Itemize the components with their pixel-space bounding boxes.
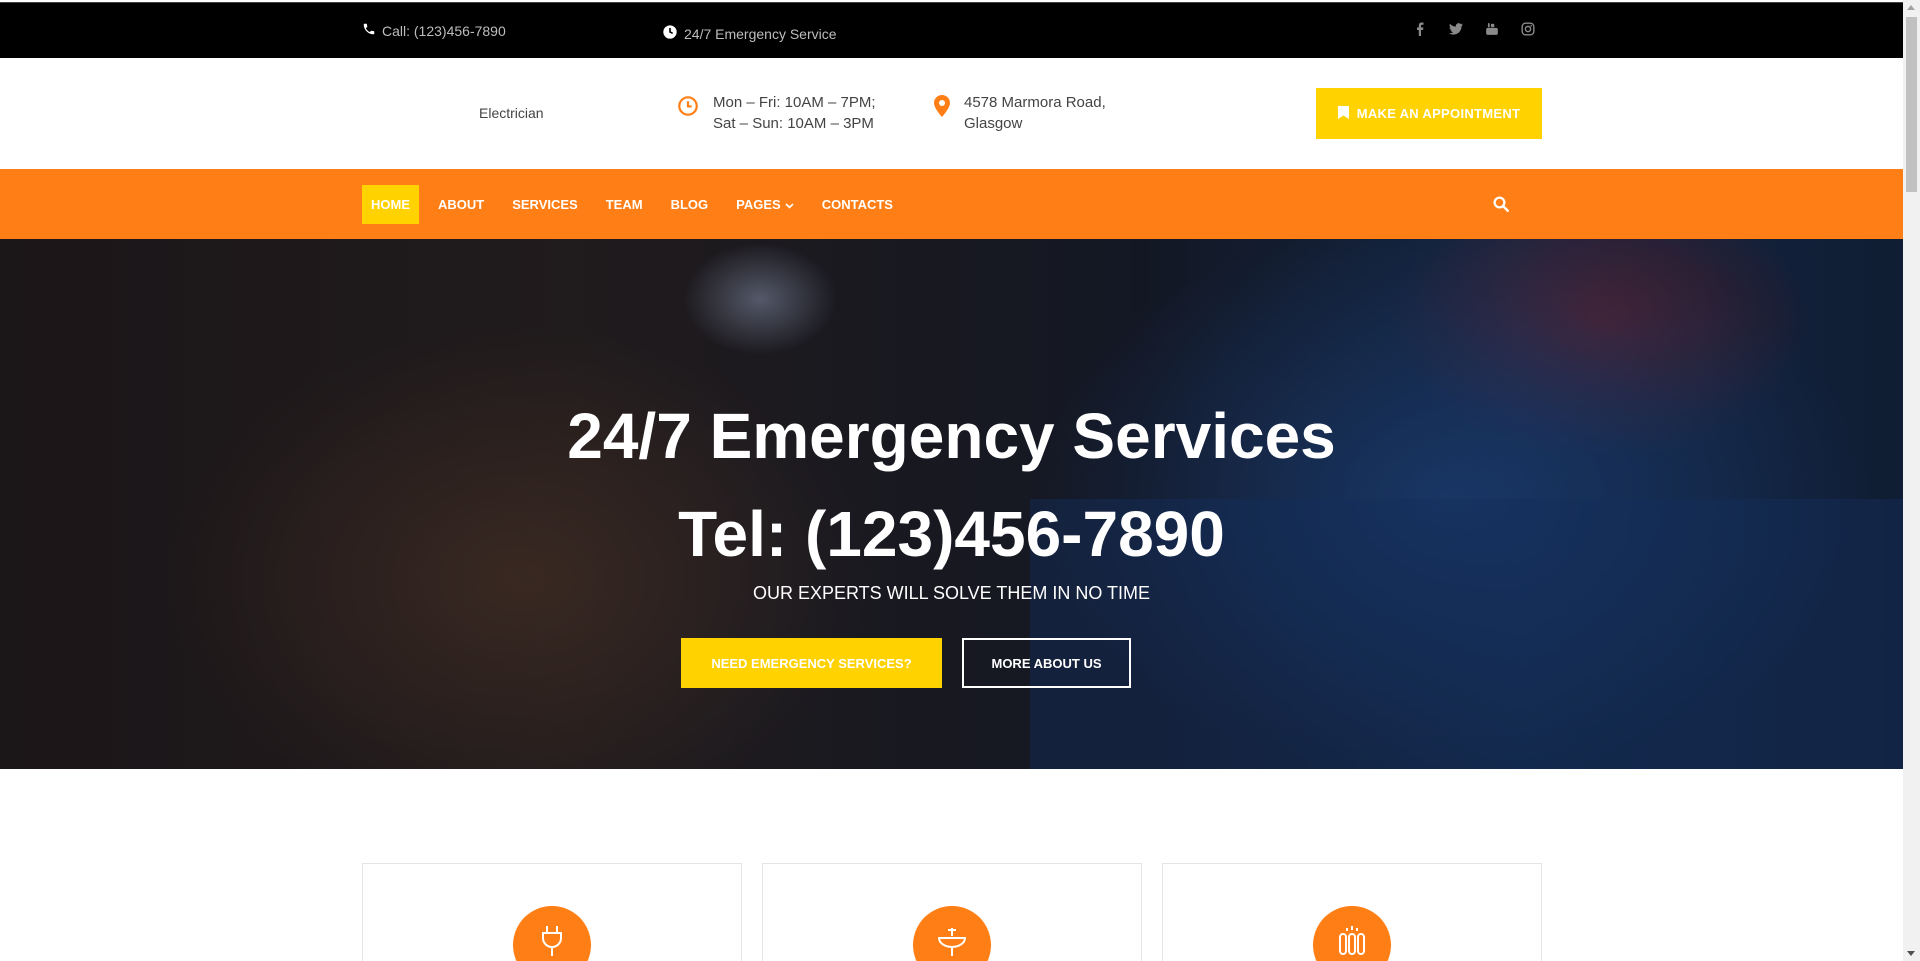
chevron-down-icon bbox=[785, 197, 794, 212]
youtube-icon[interactable] bbox=[1485, 22, 1499, 36]
hero-title: 24/7 Emergency Services bbox=[567, 400, 1336, 472]
sink-icon bbox=[937, 926, 967, 961]
address-line-2: Glasgow bbox=[964, 115, 1023, 132]
emergency-text: 24/7 Emergency Service bbox=[684, 25, 837, 42]
nav-item-home[interactable]: HOME bbox=[362, 185, 419, 224]
nav-item-about[interactable]: ABOUT bbox=[429, 185, 493, 224]
bookmark-icon bbox=[1337, 105, 1349, 122]
vertical-scrollbar[interactable] bbox=[1903, 0, 1920, 961]
service-card[interactable] bbox=[1162, 863, 1542, 961]
service-icon-circle bbox=[513, 906, 591, 961]
need-emergency-services-button[interactable]: NEED EMERGENCY SERVICES? bbox=[681, 638, 942, 688]
scroll-up-arrow-icon[interactable] bbox=[1907, 5, 1915, 10]
main-nav: HOME ABOUT SERVICES TEAM BLOG PAGES CONT… bbox=[0, 169, 1903, 239]
social-links bbox=[1413, 22, 1535, 36]
scroll-down-arrow-icon[interactable] bbox=[1907, 951, 1915, 956]
hero-subtitle: OUR EXPERTS WILL SOLVE THEM IN NO TIME bbox=[752, 583, 1151, 603]
call-text: Call: (123)456-7890 bbox=[382, 22, 506, 39]
clock-icon bbox=[662, 24, 678, 43]
nav-item-contacts[interactable]: CONTACTS bbox=[813, 185, 902, 224]
page: Call: (123)456-7890 24/7 Emergency Servi… bbox=[0, 0, 1903, 961]
nav-item-blog[interactable]: BLOG bbox=[662, 185, 718, 224]
twitter-icon[interactable] bbox=[1449, 22, 1463, 36]
hours-weekdays: Mon – Fri: 10AM – 7PM; bbox=[713, 94, 876, 111]
clock-icon bbox=[677, 95, 699, 123]
call-info[interactable]: Call: (123)456-7890 bbox=[362, 22, 506, 39]
top-bar: Call: (123)456-7890 24/7 Emergency Servi… bbox=[0, 2, 1903, 58]
nav-label: PAGES bbox=[736, 197, 781, 212]
service-card[interactable] bbox=[762, 863, 1142, 961]
nav-label: HOME bbox=[371, 197, 410, 212]
nav-item-team[interactable]: TEAM bbox=[597, 185, 652, 224]
more-about-us-button[interactable]: MORE ABOUT US bbox=[962, 638, 1131, 688]
hero-banner: 24/7 Emergency Services Tel: (123)456-78… bbox=[0, 239, 1903, 769]
service-card[interactable] bbox=[362, 863, 742, 961]
hours-weekend: Sat – Sun: 10AM – 3PM bbox=[713, 115, 874, 132]
nav-item-pages[interactable]: PAGES bbox=[727, 185, 803, 224]
header: Electrician Mon – Fri: 10AM – 7PM; Sat –… bbox=[0, 58, 1903, 169]
make-appointment-label: MAKE AN APPOINTMENT bbox=[1356, 106, 1521, 121]
hero-phone: Tel: (123)456-7890 bbox=[678, 498, 1225, 570]
address: 4578 Marmora Road, Glasgow bbox=[934, 92, 1106, 134]
scrollbar-thumb[interactable] bbox=[1906, 17, 1917, 192]
service-icon-circle bbox=[1313, 906, 1391, 961]
search-icon[interactable] bbox=[1492, 195, 1510, 218]
service-icon-circle bbox=[913, 906, 991, 961]
radiator-icon bbox=[1337, 926, 1367, 961]
nav-label: ABOUT bbox=[438, 197, 485, 212]
nav-item-services[interactable]: SERVICES bbox=[503, 185, 587, 224]
emergency-info: 24/7 Emergency Service bbox=[662, 24, 837, 43]
instagram-icon[interactable] bbox=[1521, 22, 1535, 36]
facebook-icon[interactable] bbox=[1413, 22, 1427, 36]
nav-label: CONTACTS bbox=[821, 197, 893, 212]
opening-hours: Mon – Fri: 10AM – 7PM; Sat – Sun: 10AM –… bbox=[677, 92, 876, 134]
plug-icon bbox=[540, 926, 564, 961]
nav-label: BLOG bbox=[670, 197, 709, 212]
nav-label: SERVICES bbox=[512, 197, 578, 212]
make-appointment-button[interactable]: MAKE AN APPOINTMENT bbox=[1316, 88, 1542, 139]
brand-name[interactable]: Electrician bbox=[479, 105, 544, 121]
address-line-1: 4578 Marmora Road, bbox=[964, 94, 1106, 111]
phone-icon bbox=[362, 22, 376, 39]
map-pin-icon bbox=[934, 95, 950, 123]
nav-label: TEAM bbox=[605, 197, 643, 212]
